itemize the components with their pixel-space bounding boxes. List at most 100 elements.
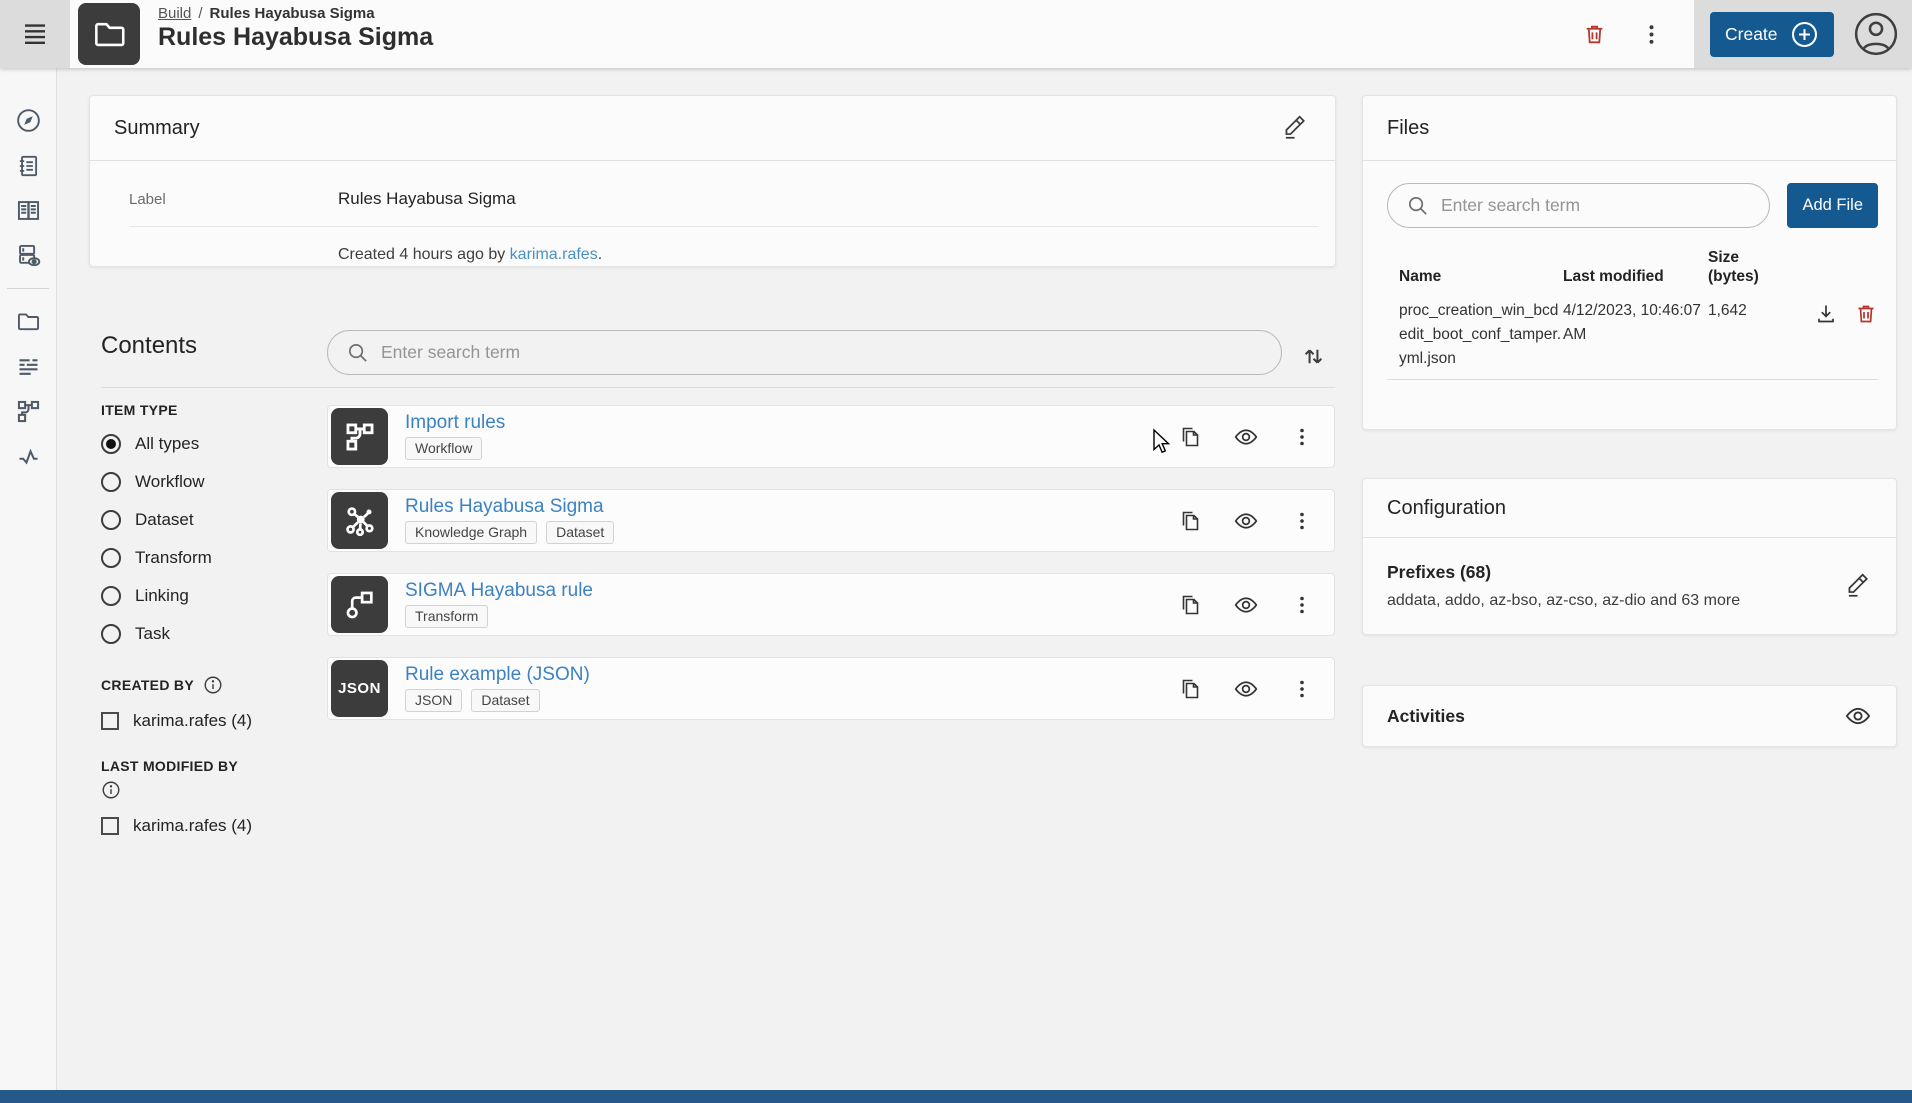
folder-icon: [90, 15, 128, 53]
radio-dataset[interactable]: Dataset: [101, 501, 331, 539]
copy-icon: [1178, 425, 1202, 449]
radio-label: Workflow: [135, 472, 205, 492]
checkbox-icon[interactable]: [101, 817, 119, 835]
search-icon: [346, 341, 369, 364]
edit-prefixes-button[interactable]: [1840, 569, 1874, 603]
clone-item-button[interactable]: [1174, 589, 1206, 621]
activity-pulse-icon: [15, 443, 42, 470]
radio-icon[interactable]: [101, 624, 121, 644]
bottom-bar: [0, 1090, 1912, 1103]
person-avatar-icon: [1853, 11, 1899, 57]
list-item-import-rules: Import rules Workflow: [327, 405, 1335, 468]
item-type-heading: ITEM TYPE: [101, 402, 331, 418]
radio-icon[interactable]: [101, 472, 121, 492]
files-row-divider: [1387, 379, 1878, 380]
radio-all-types[interactable]: All types: [101, 425, 331, 463]
contents-search-input[interactable]: [381, 342, 1263, 363]
preview-item-button[interactable]: [1229, 588, 1263, 622]
trash-icon: [1854, 302, 1878, 326]
sidebar-item-workflows[interactable]: [0, 389, 56, 434]
notebook-icon: [15, 153, 41, 179]
delete-file-button[interactable]: [1854, 302, 1878, 326]
item-title-link[interactable]: SIGMA Hayabusa rule: [405, 581, 593, 602]
configuration-title: Configuration: [1387, 497, 1506, 520]
clone-item-button[interactable]: [1174, 421, 1206, 453]
edit-summary-button[interactable]: [1277, 111, 1311, 145]
sidebar-item-vocabularies[interactable]: [0, 143, 56, 188]
preview-item-button[interactable]: [1229, 672, 1263, 706]
radio-workflow[interactable]: Workflow: [101, 463, 331, 501]
eye-icon: [1233, 592, 1259, 618]
trash-icon: [1582, 22, 1607, 47]
sidebar-item-explore[interactable]: [0, 98, 56, 143]
item-title-link[interactable]: Import rules: [405, 413, 505, 434]
sidebar-item-ontology[interactable]: [0, 188, 56, 233]
delete-project-button[interactable]: [1578, 18, 1611, 51]
preview-item-button[interactable]: [1229, 504, 1263, 538]
sidebar-item-projects[interactable]: [0, 299, 56, 344]
project-logo-tile: [78, 3, 140, 65]
radio-icon[interactable]: [101, 510, 121, 530]
eye-icon: [1233, 676, 1259, 702]
checkbox-modified-by-karima[interactable]: karima.rafes (4): [101, 807, 331, 845]
radio-icon[interactable]: [101, 586, 121, 606]
menu-button[interactable]: [0, 0, 70, 68]
view-activities-button[interactable]: [1840, 698, 1876, 734]
more-actions-button[interactable]: [1635, 18, 1668, 51]
checkbox-created-by-karima[interactable]: karima.rafes (4): [101, 702, 331, 740]
created-suffix: .: [598, 246, 602, 263]
item-tag: Dataset: [546, 521, 614, 544]
radio-icon[interactable]: [101, 548, 121, 568]
list-item-rules-hayabusa-sigma: Rules Hayabusa Sigma Knowledge Graph Dat…: [327, 489, 1335, 552]
sort-arrows-icon: [1300, 343, 1327, 370]
preview-item-button[interactable]: [1229, 420, 1263, 454]
clone-item-button[interactable]: [1174, 505, 1206, 537]
item-more-actions-button[interactable]: [1286, 673, 1318, 705]
breadcrumb-separator: /: [198, 5, 202, 22]
item-more-actions-button[interactable]: [1286, 589, 1318, 621]
column-name: Name: [1399, 267, 1563, 286]
item-more-actions-button[interactable]: [1286, 421, 1318, 453]
kebab-icon: [1290, 425, 1314, 449]
item-more-actions-button[interactable]: [1286, 505, 1318, 537]
server-eye-icon: [15, 242, 42, 269]
contents-item-list: Import rules Workflow: [327, 405, 1335, 741]
radio-linking[interactable]: Linking: [101, 577, 331, 615]
summary-label-value: Rules Hayabusa Sigma: [338, 189, 516, 209]
prefixes-preview: addata, addo, az-bso, az-cso, az-dio and…: [1387, 592, 1740, 610]
checkbox-icon[interactable]: [101, 712, 119, 730]
download-file-button[interactable]: [1814, 302, 1838, 326]
sidebar-item-datasets[interactable]: [0, 344, 56, 389]
radio-transform[interactable]: Transform: [101, 539, 331, 577]
info-icon[interactable]: [203, 675, 223, 695]
created-by-user-link[interactable]: karima.rafes: [510, 246, 598, 263]
files-title: Files: [1387, 117, 1429, 140]
eye-icon: [1233, 508, 1259, 534]
eye-icon: [1844, 702, 1872, 730]
user-avatar-button[interactable]: [1852, 10, 1900, 58]
clone-item-button[interactable]: [1174, 673, 1206, 705]
files-search-input[interactable]: [1441, 195, 1751, 216]
item-title-link[interactable]: Rules Hayabusa Sigma: [405, 497, 604, 518]
radio-icon-selected[interactable]: [101, 434, 121, 454]
radio-task[interactable]: Task: [101, 615, 331, 653]
open-book-icon: [15, 197, 42, 224]
add-file-button[interactable]: Add File: [1787, 183, 1878, 228]
pencil-icon: [1281, 115, 1307, 141]
sort-button[interactable]: [1296, 339, 1331, 374]
info-icon[interactable]: [101, 780, 331, 800]
item-title-link[interactable]: Rule example (JSON): [405, 665, 590, 686]
search-icon: [1406, 194, 1429, 217]
files-table-header: Name Last modified Size (bytes): [1399, 248, 1878, 286]
sidebar-item-activities[interactable]: [0, 434, 56, 479]
create-button[interactable]: Create: [1710, 12, 1834, 57]
radio-label: All types: [135, 434, 199, 454]
breadcrumb-build-link[interactable]: Build: [158, 5, 191, 22]
configuration-card: Configuration Prefixes (68) addata, addo…: [1362, 478, 1897, 635]
radio-label: Transform: [135, 548, 212, 568]
item-type-label: ITEM TYPE: [101, 402, 178, 418]
item-tag: Knowledge Graph: [405, 521, 537, 544]
copy-icon: [1178, 677, 1202, 701]
sidebar-item-queries[interactable]: [0, 233, 56, 278]
eye-icon: [1233, 424, 1259, 450]
